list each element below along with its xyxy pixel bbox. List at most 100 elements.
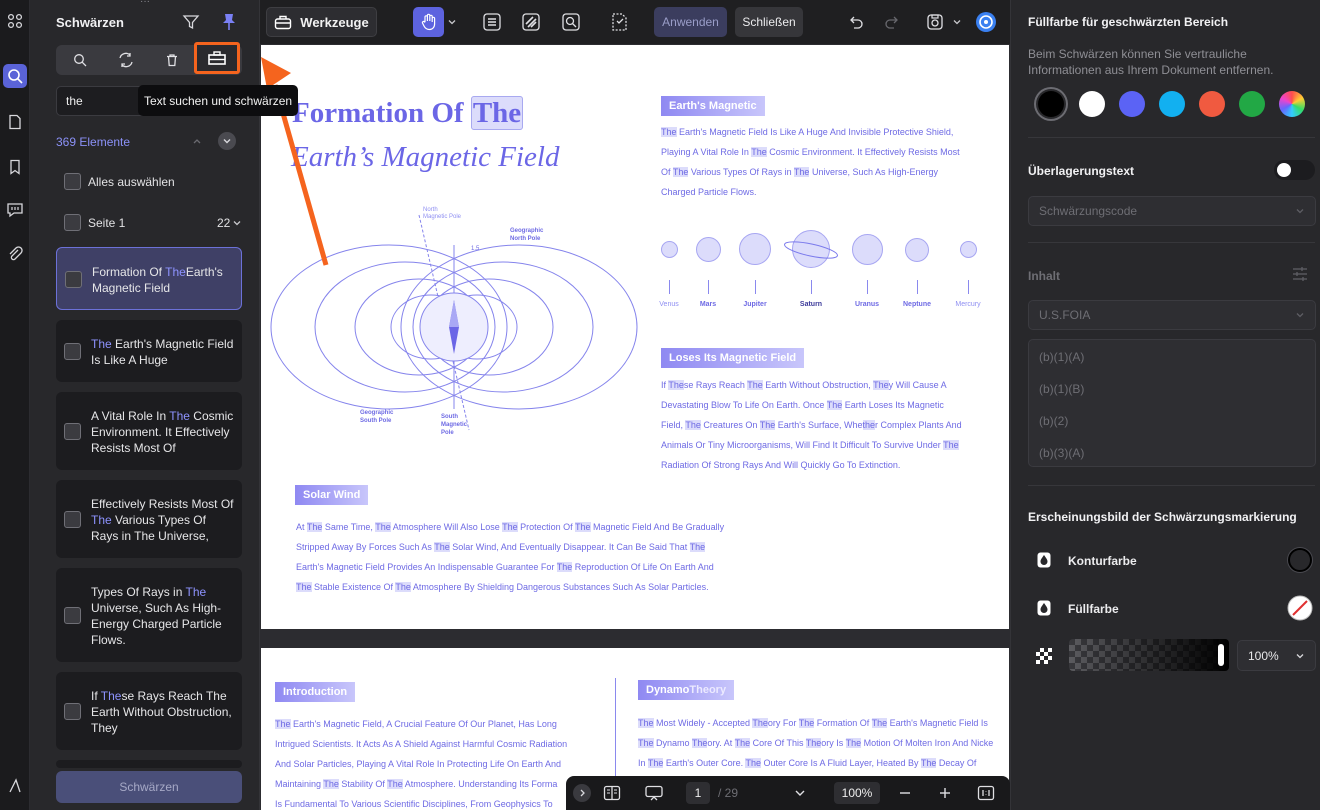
pages-icon[interactable] bbox=[3, 110, 27, 134]
planet-tick bbox=[708, 280, 709, 294]
hand-dropdown-icon[interactable] bbox=[447, 17, 457, 27]
comment-icon[interactable] bbox=[3, 198, 27, 222]
outline-color-swatch[interactable] bbox=[1288, 548, 1312, 572]
result-checkbox[interactable] bbox=[64, 423, 81, 440]
actual-size-icon[interactable] bbox=[976, 782, 996, 804]
result-checkbox[interactable] bbox=[64, 511, 81, 528]
text-line: Is Fundamental To Various Scientific Dis… bbox=[275, 799, 553, 809]
result-card[interactable]: Types Of Rays in The Universe, Such As H… bbox=[56, 568, 242, 662]
redo-icon[interactable] bbox=[880, 7, 904, 37]
content-select[interactable]: U.S.FOIA bbox=[1028, 300, 1316, 330]
zoom-out-icon[interactable] bbox=[896, 782, 914, 804]
replace-icon[interactable] bbox=[108, 48, 144, 72]
text-line: The Stable Existence Of The Atmosphere B… bbox=[296, 582, 709, 592]
result-card[interactable]: If These Rays Reach The Earth Without Ob… bbox=[56, 672, 242, 750]
apply-button[interactable]: Anwenden bbox=[654, 7, 727, 37]
redact-area-icon[interactable] bbox=[517, 7, 545, 37]
ai-assistant-icon[interactable] bbox=[973, 7, 999, 37]
opacity-slider[interactable] bbox=[1069, 639, 1229, 671]
text-line: In The Earth's Outer Core. The Outer Cor… bbox=[638, 758, 977, 768]
code-item[interactable]: (b)(3)(A) bbox=[1039, 446, 1084, 460]
search-page-icon[interactable] bbox=[557, 7, 585, 37]
result-card[interactable]: The Earth's Magnetic Field Is Like A Hug… bbox=[56, 320, 242, 382]
help-icon[interactable] bbox=[3, 774, 27, 798]
apps-grid-icon[interactable] bbox=[3, 9, 27, 33]
filter-icon[interactable] bbox=[180, 11, 202, 33]
color-picker-icon[interactable] bbox=[1279, 91, 1305, 117]
color-swatch-white[interactable] bbox=[1079, 91, 1105, 117]
overlay-text-title: Überlagerungstext bbox=[1028, 164, 1135, 178]
redact-button[interactable]: Schwärzen bbox=[56, 771, 242, 803]
search-icon[interactable] bbox=[3, 64, 27, 88]
redaction-code-list[interactable]: (b)(1)(A) (b)(1)(B) (b)(2) (b)(3)(A) bbox=[1028, 339, 1316, 467]
result-card[interactable]: A Vital Role In The Cosmic Environment. … bbox=[56, 392, 242, 470]
code-item[interactable]: (b)(1)(A) bbox=[1039, 350, 1084, 364]
save-dropdown-icon[interactable] bbox=[952, 17, 962, 27]
zoom-level[interactable]: 100% bbox=[834, 782, 880, 804]
page-number-input[interactable]: 1 bbox=[686, 782, 710, 804]
text-line: Field, The Creatures On The Earth's Surf… bbox=[661, 420, 962, 430]
attachment-icon[interactable] bbox=[3, 242, 27, 266]
planet-jupiter bbox=[739, 233, 771, 265]
opacity-slider-handle[interactable] bbox=[1218, 644, 1224, 666]
code-item[interactable]: (b)(1)(B) bbox=[1039, 382, 1084, 396]
close-button[interactable]: Schließen bbox=[735, 7, 803, 37]
settings-sliders-icon[interactable] bbox=[1291, 265, 1309, 283]
document-canvas[interactable]: Formation Of The Earth’s Magnetic Field bbox=[260, 44, 1010, 810]
tools-button[interactable]: Werkzeuge bbox=[266, 7, 377, 37]
select-all-checkbox[interactable] bbox=[64, 173, 81, 190]
redaction-code-select[interactable]: Schwärzungscode bbox=[1028, 196, 1316, 226]
pin-icon[interactable] bbox=[218, 11, 240, 33]
overlay-text-toggle[interactable] bbox=[1274, 160, 1315, 180]
redact-text-icon[interactable] bbox=[478, 7, 506, 37]
color-swatch-blue[interactable] bbox=[1119, 91, 1145, 117]
chevron-down-icon bbox=[1296, 313, 1304, 318]
page-expand-icon[interactable] bbox=[232, 218, 242, 228]
search-redact-icon[interactable] bbox=[62, 48, 98, 72]
fill-none-swatch[interactable] bbox=[1287, 595, 1313, 621]
tooltip: Text suchen und schwärzen bbox=[138, 85, 298, 116]
text-line: Intrigued Scientists. It Acts As A Shiel… bbox=[275, 739, 568, 749]
result-card[interactable]: Formation Of TheEarth's Magnetic Field bbox=[56, 247, 242, 310]
page-layout-icon[interactable] bbox=[600, 782, 624, 804]
result-checkbox[interactable] bbox=[64, 703, 81, 720]
top-toolbar: Werkzeuge Anwenden Schließen bbox=[260, 0, 1010, 44]
result-count: 369 Elemente bbox=[56, 135, 131, 149]
color-swatch-cyan[interactable] bbox=[1159, 91, 1185, 117]
hand-tool-button[interactable] bbox=[413, 7, 444, 37]
color-swatch-black[interactable] bbox=[1038, 91, 1064, 117]
save-icon[interactable] bbox=[923, 7, 947, 37]
color-swatch-green[interactable] bbox=[1239, 91, 1265, 117]
chevron-down-icon[interactable] bbox=[218, 132, 236, 150]
page-checkbox[interactable] bbox=[64, 214, 81, 231]
next-page-icon[interactable] bbox=[790, 782, 810, 804]
zoom-in-icon[interactable] bbox=[936, 782, 954, 804]
collapse-icon[interactable] bbox=[573, 784, 591, 802]
planet-label: Mercury bbox=[955, 301, 981, 308]
code-item[interactable]: (b)(2) bbox=[1039, 414, 1068, 428]
result-checkbox[interactable] bbox=[64, 607, 81, 624]
presentation-icon[interactable] bbox=[642, 782, 666, 804]
text-line: Stripped Away By Forces Such As The Sola… bbox=[296, 542, 706, 552]
earth-paragraph: The Earth's Magnetic Field Is Like A Hug… bbox=[661, 122, 960, 202]
chevron-up-icon[interactable] bbox=[190, 134, 204, 148]
result-card[interactable] bbox=[56, 760, 242, 768]
bookmark-icon[interactable] bbox=[3, 155, 27, 179]
drag-handle[interactable]: ··· bbox=[140, 0, 160, 7]
panel-title: Schwärzen bbox=[56, 15, 124, 30]
search-and-redact-button[interactable] bbox=[194, 42, 240, 74]
redact-pages-icon[interactable] bbox=[605, 7, 633, 37]
text-line: Charged Particle Flows. bbox=[661, 187, 757, 197]
north-magnetic-label: North Magnetic Pole bbox=[423, 207, 462, 220]
properties-panel: Füllfarbe für geschwärzten Bereich Beim … bbox=[1010, 0, 1320, 810]
undo-icon[interactable] bbox=[844, 7, 868, 37]
delete-icon[interactable] bbox=[154, 48, 190, 72]
left-rail bbox=[0, 0, 30, 810]
result-card[interactable]: Effectively Resists Most Of The Various … bbox=[56, 480, 242, 558]
result-checkbox[interactable] bbox=[64, 343, 81, 360]
result-checkbox[interactable] bbox=[65, 270, 82, 288]
planet-tick bbox=[811, 280, 812, 294]
opacity-select[interactable]: 100% bbox=[1237, 640, 1316, 671]
color-swatch-red[interactable] bbox=[1199, 91, 1225, 117]
planet-uranus bbox=[852, 234, 883, 265]
